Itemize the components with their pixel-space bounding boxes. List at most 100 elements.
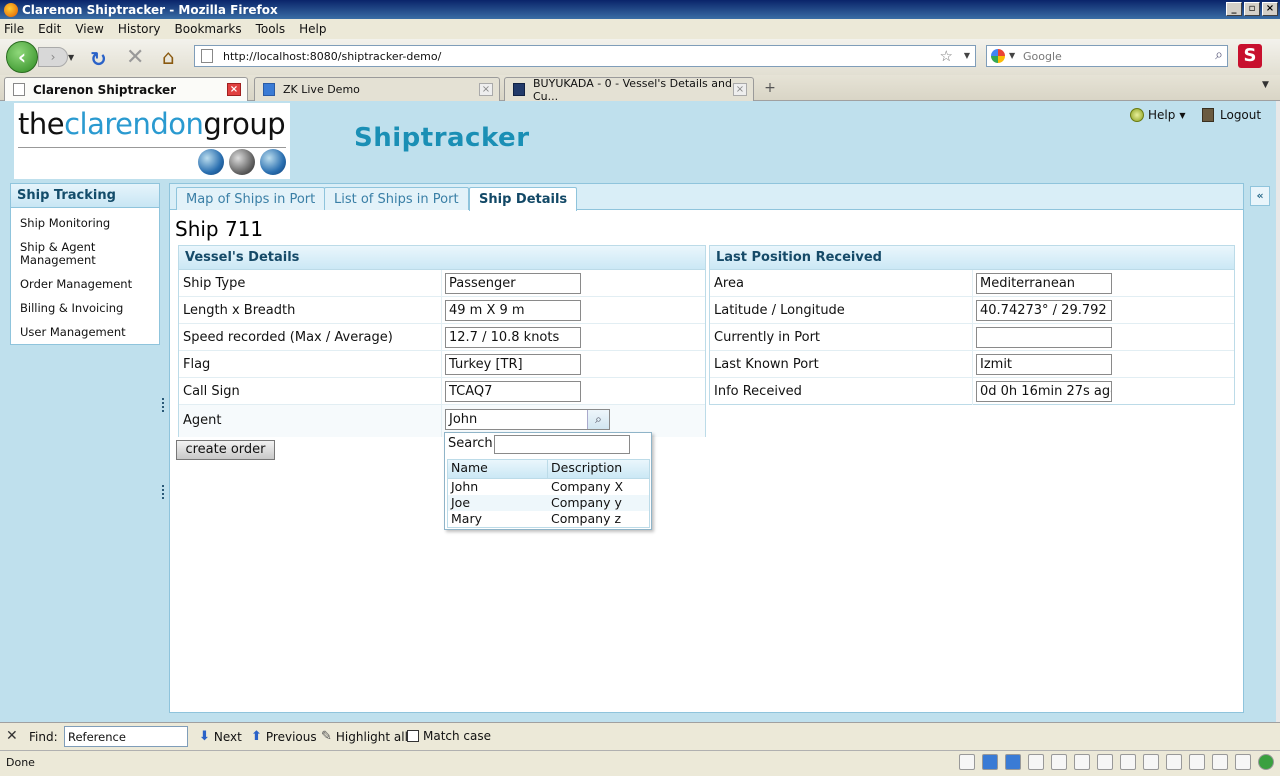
- status-ok-icon[interactable]: [1258, 754, 1274, 770]
- zk-icon: [263, 83, 275, 96]
- list-item[interactable]: Joe Company y: [448, 495, 649, 511]
- logout-button[interactable]: Logout: [1202, 108, 1261, 122]
- ship-type-field[interactable]: Passenger: [445, 273, 581, 294]
- browser-tab-shiptracker[interactable]: Clarenon Shiptracker ×: [4, 77, 248, 102]
- length-breadth-label: Length x Breadth: [183, 303, 296, 318]
- addon-icon[interactable]: [1235, 754, 1251, 770]
- main-panel: Map of Ships in Port List of Ships in Po…: [169, 183, 1244, 713]
- minimize-button[interactable]: _: [1226, 2, 1242, 16]
- menu-history[interactable]: History: [118, 22, 161, 36]
- addon-icon[interactable]: [1189, 754, 1205, 770]
- close-tab-icon[interactable]: ×: [733, 83, 747, 96]
- reload-icon[interactable]: ↻: [90, 47, 107, 71]
- nav-item-user-management[interactable]: User Management: [11, 326, 159, 339]
- bookmark-star-icon[interactable]: ☆: [940, 47, 953, 65]
- vessel-details-header: Vessel's Details: [179, 246, 705, 270]
- speed-field[interactable]: 12.7 / 10.8 knots: [445, 327, 581, 348]
- maximize-button[interactable]: ▫: [1244, 2, 1260, 16]
- help-menu-button[interactable]: Help ▼: [1130, 108, 1186, 122]
- close-tab-icon[interactable]: ×: [227, 83, 241, 96]
- url-dropdown-icon[interactable]: ▼: [964, 51, 970, 60]
- history-dropdown-icon[interactable]: ▼: [68, 53, 74, 62]
- column-description[interactable]: Description: [548, 460, 622, 478]
- pen-icon[interactable]: [1212, 754, 1228, 770]
- addon-s-icon[interactable]: S: [1238, 44, 1262, 68]
- google-icon[interactable]: [991, 49, 1005, 63]
- globe-icon: [229, 149, 255, 175]
- collapse-panel-icon[interactable]: «: [1250, 186, 1270, 206]
- close-tab-icon[interactable]: ×: [479, 83, 493, 96]
- nav-item-ship-agent-management[interactable]: Ship & Agent Management: [11, 241, 159, 267]
- area-field[interactable]: Mediterranean: [976, 273, 1112, 294]
- zk-icon[interactable]: [982, 754, 998, 770]
- addon-icon[interactable]: [959, 754, 975, 770]
- splitter-handle[interactable]: [162, 398, 165, 412]
- lat-lon-field[interactable]: 40.74273° / 29.792: [976, 300, 1112, 321]
- popup-search-input[interactable]: [494, 435, 630, 454]
- area-label: Area: [714, 276, 744, 291]
- search-placeholder: Google: [1023, 49, 1062, 63]
- addon-icon[interactable]: [1005, 754, 1021, 770]
- home-icon[interactable]: ⌂: [162, 45, 175, 69]
- tab-map-of-ships[interactable]: Map of Ships in Port: [176, 187, 326, 210]
- call-sign-field[interactable]: TCAQ7: [445, 381, 581, 402]
- find-input[interactable]: Reference: [64, 726, 188, 747]
- column-name[interactable]: Name: [448, 460, 548, 478]
- grid-row: Ship Type Passenger: [179, 270, 705, 297]
- nav-item-ship-monitoring[interactable]: Ship Monitoring: [11, 217, 159, 230]
- close-window-button[interactable]: ×: [1262, 2, 1278, 16]
- new-tab-button[interactable]: +: [757, 80, 783, 100]
- url-text: http://localhost:8080/shiptracker-demo/: [223, 49, 442, 63]
- search-icon[interactable]: ⌕: [587, 410, 609, 429]
- addon-icon[interactable]: [1120, 754, 1136, 770]
- status-text: Done: [6, 756, 35, 769]
- find-previous-label: Previous: [265, 729, 317, 744]
- pen-icon[interactable]: [1051, 754, 1067, 770]
- currently-in-port-field[interactable]: [976, 327, 1112, 348]
- highlight-all-button[interactable]: ✎ Highlight all: [321, 729, 408, 744]
- find-previous-button[interactable]: ⬆ Previous: [251, 729, 317, 744]
- addon-icon[interactable]: [1074, 754, 1090, 770]
- menu-bookmarks[interactable]: Bookmarks: [175, 22, 242, 36]
- length-breadth-field[interactable]: 49 m X 9 m: [445, 300, 581, 321]
- page-scrollbar[interactable]: [1276, 101, 1280, 722]
- back-button[interactable]: ‹: [6, 41, 38, 73]
- menu-tools[interactable]: Tools: [256, 22, 286, 36]
- stop-icon[interactable]: ✕: [126, 45, 144, 70]
- last-known-port-field[interactable]: Izmit: [976, 354, 1112, 375]
- tab-ship-details[interactable]: Ship Details: [469, 187, 578, 211]
- page-icon: [13, 83, 25, 96]
- flag-field[interactable]: Turkey [TR]: [445, 354, 581, 375]
- grid-row: Length x Breadth 49 m X 9 m: [179, 297, 705, 324]
- splitter-handle[interactable]: [162, 485, 165, 499]
- nav-item-order-management[interactable]: Order Management: [11, 278, 159, 291]
- forward-button[interactable]: ›: [38, 47, 68, 67]
- menu-help[interactable]: Help: [299, 22, 326, 36]
- addon-icon[interactable]: [1097, 754, 1113, 770]
- menu-view[interactable]: View: [75, 22, 103, 36]
- search-engine-dropdown-icon[interactable]: ▼: [1009, 51, 1015, 60]
- browser-tab-zk-demo[interactable]: ZK Live Demo ×: [254, 77, 500, 101]
- tab-list-dropdown-icon[interactable]: ▼: [1262, 80, 1269, 90]
- tab-list-of-ships[interactable]: List of Ships in Port: [324, 187, 469, 210]
- browser-tab-buyukada[interactable]: BUYUKADA - 0 - Vessel's Details and Cu..…: [504, 77, 754, 103]
- url-bar[interactable]: http://localhost:8080/shiptracker-demo/ …: [194, 45, 976, 67]
- agent-combobox[interactable]: John ⌕: [445, 409, 610, 430]
- info-received-field[interactable]: 0d 0h 16min 27s ago: [976, 381, 1112, 402]
- close-find-icon[interactable]: ✕: [6, 728, 18, 744]
- search-icon[interactable]: ⌕: [1215, 47, 1223, 63]
- addon-icon[interactable]: [1166, 754, 1182, 770]
- page-icon[interactable]: [1028, 754, 1044, 770]
- refresh-icon[interactable]: [1143, 754, 1159, 770]
- create-order-button[interactable]: create order: [176, 440, 275, 460]
- lat-lon-label: Latitude / Longitude: [714, 303, 845, 318]
- match-case-checkbox[interactable]: Match case: [407, 729, 491, 743]
- search-bar[interactable]: ▼ Google ⌕: [986, 45, 1228, 67]
- list-item[interactable]: Mary Company z: [448, 511, 649, 527]
- find-next-button[interactable]: ⬇ Next: [199, 729, 242, 744]
- menu-edit[interactable]: Edit: [38, 22, 61, 36]
- list-item[interactable]: John Company X: [448, 479, 649, 495]
- nav-item-billing-invoicing[interactable]: Billing & Invoicing: [11, 302, 159, 315]
- agent-description: Company y: [551, 495, 622, 510]
- menu-file[interactable]: File: [4, 22, 24, 36]
